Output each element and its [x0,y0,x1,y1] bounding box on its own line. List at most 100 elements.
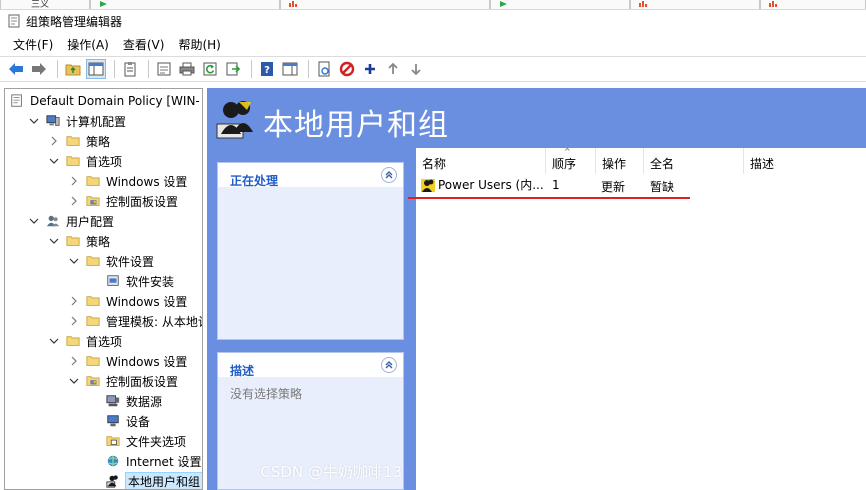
chevron-down-icon[interactable] [69,256,79,266]
help-button[interactable]: ? [257,59,277,79]
tab-fragment[interactable] [490,0,630,9]
chevron-right-icon[interactable] [69,176,79,186]
description-card-header[interactable]: 描述 [218,353,403,378]
chevron-down-icon[interactable] [69,376,79,386]
folder-icon [86,316,100,326]
chevron-right-icon[interactable] [69,296,79,306]
column-header-name[interactable]: 名称 [416,148,546,174]
tree-item[interactable]: 软件设置 [69,251,154,271]
show-hide-tree-button[interactable] [86,59,106,79]
chevron-right-icon[interactable] [69,316,79,326]
column-header-action[interactable]: 操作 [596,148,644,174]
tree-item[interactable]: 控制面板设置 [69,371,178,391]
collapse-button[interactable] [381,167,397,183]
tree-item-label: 首选项 [86,334,123,349]
chevron-up-double-icon [385,361,393,369]
tree-item[interactable]: 管理模板: 从本地计算 [69,311,202,331]
back-button[interactable] [6,59,26,79]
tree-item[interactable]: 本地用户和组 [89,471,202,489]
tab-fragment[interactable] [90,0,280,9]
tab-fragment[interactable] [630,0,760,9]
sort-ascending-icon: ^ [564,147,571,156]
tree-item[interactable]: 设备 [89,411,150,431]
chevron-down-icon[interactable] [29,216,39,226]
tree-item-label: 控制面板设置 [106,194,179,209]
up-one-level-button[interactable] [63,59,83,79]
collapse-button[interactable] [381,357,397,373]
tree-item-label: 策略 [86,234,111,249]
chevron-down-icon[interactable] [49,236,59,246]
items-list[interactable]: 名称 ^ 顺序 操作 全名 描述 Power Users (内... 1 更新 暂… [416,147,866,490]
tree-item-label: 首选项 [86,154,123,169]
chevron-down-icon[interactable] [29,116,39,126]
tree-item[interactable]: 软件安装 [89,271,174,291]
folder-icon [66,156,80,166]
chart-icon [769,1,777,7]
menu-bar: 文件(F) 操作(A) 查看(V) 帮助(H) [0,34,866,54]
tree-item[interactable]: 文件夹选项 [89,431,186,451]
stop-button[interactable] [337,59,357,79]
show-hide-action-pane-button[interactable] [280,59,300,79]
menu-view[interactable]: 查看(V) [116,36,172,53]
add-icon [365,64,375,74]
tree-item[interactable]: 策略 [49,231,110,251]
tree-item[interactable]: 用户配置 [29,211,114,231]
chart-icon [639,1,647,7]
export-button[interactable] [223,59,243,79]
tab-fragment[interactable]: 三义 [0,0,90,10]
row-fullname: 暂缺 [650,180,675,194]
menu-help[interactable]: 帮助(H) [171,36,227,53]
column-header-order[interactable]: ^ 顺序 [546,147,596,174]
show-hide-tree-icon [88,62,104,76]
tree-item[interactable]: Windows 设置 [69,291,187,311]
extension-banner: 本地用户和组 [207,88,866,148]
folder-icon [66,236,80,246]
column-label: 操作 [602,157,627,171]
clipboard-button[interactable] [120,59,140,79]
print-button[interactable] [177,59,197,79]
column-label: 全名 [650,157,675,171]
column-header-fullname[interactable]: 全名 [644,148,744,174]
group-item-icon [421,178,435,192]
chevron-right-icon[interactable] [69,196,79,206]
tree-item[interactable]: 控制面板设置 [69,191,178,211]
tree-item[interactable]: 计算机配置 [29,111,126,131]
chevron-right-icon[interactable] [49,136,59,146]
tree-item[interactable]: Windows 设置 [69,171,187,191]
refresh-button[interactable] [200,59,220,79]
tree-item[interactable]: 策略 [49,131,110,151]
tree-item[interactable]: Default Domain Policy [WIN- [9,91,200,111]
chevron-down-icon[interactable] [49,156,59,166]
tree-item[interactable]: 首选项 [49,151,122,171]
add-button[interactable] [360,59,380,79]
help-icon: ? [261,62,273,76]
new-button[interactable] [314,59,334,79]
chevron-down-icon[interactable] [49,336,59,346]
properties-button[interactable] [154,59,174,79]
processing-card: 正在处理 [217,162,404,340]
tree-item[interactable]: 首选项 [49,331,122,351]
column-header-description[interactable]: 描述 [744,148,866,174]
users-icon [46,215,60,227]
device-icon [107,415,119,427]
tree-item[interactable]: Internet 设置 [89,451,201,471]
move-down-button[interactable] [406,59,426,79]
console-tree[interactable]: Default Domain Policy [WIN- 计算机配置 策略 首选项 Win… [4,88,203,490]
tab-fragment[interactable] [760,0,866,9]
menu-action[interactable]: 操作(A) [60,36,116,53]
menu-file[interactable]: 文件(F) [6,36,60,53]
tab-fragment[interactable] [280,0,490,9]
tree-item[interactable]: Windows 设置 [69,351,187,371]
chevron-right-icon[interactable] [69,356,79,366]
move-up-button[interactable] [383,59,403,79]
toolbar-separator [308,60,309,78]
description-title: 描述 [230,364,255,378]
policy-doc-icon [11,94,22,107]
folder-icon [66,336,80,346]
up-folder-icon [65,64,81,76]
processing-card-header[interactable]: 正在处理 [218,163,403,188]
forward-button[interactable] [29,59,49,79]
tree-item[interactable]: 数据源 [89,391,162,411]
